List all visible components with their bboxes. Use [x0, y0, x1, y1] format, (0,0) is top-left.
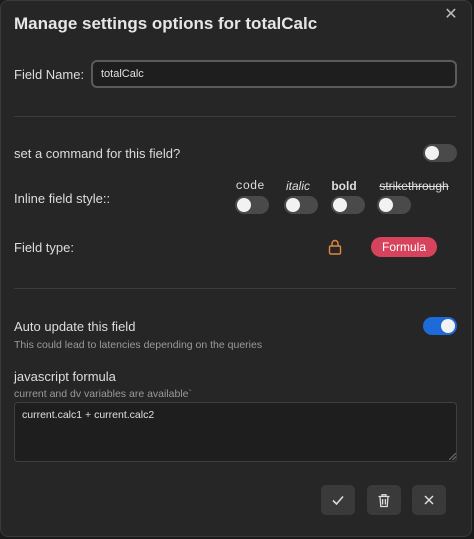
- field-type-badge: Formula: [371, 237, 437, 257]
- divider: [14, 116, 456, 117]
- style-strikethrough-toggle[interactable]: [377, 196, 411, 214]
- lock-icon[interactable]: [328, 239, 342, 255]
- cancel-button[interactable]: [412, 485, 446, 515]
- resize-handle-icon[interactable]: [449, 453, 456, 460]
- close-icon: [424, 495, 434, 505]
- style-strikethrough-label: strikethrough: [379, 179, 449, 193]
- formula-input[interactable]: current.calc1 + current.calc2: [14, 402, 457, 462]
- auto-update-label: Auto update this field: [14, 319, 136, 334]
- style-code-toggle[interactable]: [235, 196, 269, 214]
- command-label: set a command for this field?: [14, 146, 181, 161]
- command-toggle[interactable]: [423, 144, 457, 162]
- auto-update-description: This could lead to latencies depending o…: [14, 339, 263, 351]
- style-bold-label: bold: [331, 179, 357, 193]
- delete-button[interactable]: [367, 485, 401, 515]
- field-name-input[interactable]: [91, 60, 457, 88]
- auto-update-toggle[interactable]: [423, 317, 457, 335]
- inline-style-label: Inline field style::: [14, 191, 111, 206]
- field-type-label: Field type:: [14, 240, 74, 255]
- formula-label: javascript formula: [14, 369, 116, 384]
- close-icon[interactable]: ✕: [443, 7, 459, 23]
- save-button[interactable]: [321, 485, 355, 515]
- style-italic-toggle[interactable]: [284, 196, 318, 214]
- trash-icon: [378, 493, 390, 507]
- style-bold-toggle[interactable]: [331, 196, 365, 214]
- formula-description: current and dv variables are available`: [14, 388, 193, 400]
- check-icon: [332, 495, 344, 506]
- divider: [14, 288, 456, 289]
- settings-modal: ✕ Manage settings options for totalCalc …: [0, 0, 472, 537]
- modal-title: Manage settings options for totalCalc: [14, 14, 318, 33]
- field-name-label: Field Name:: [14, 67, 85, 82]
